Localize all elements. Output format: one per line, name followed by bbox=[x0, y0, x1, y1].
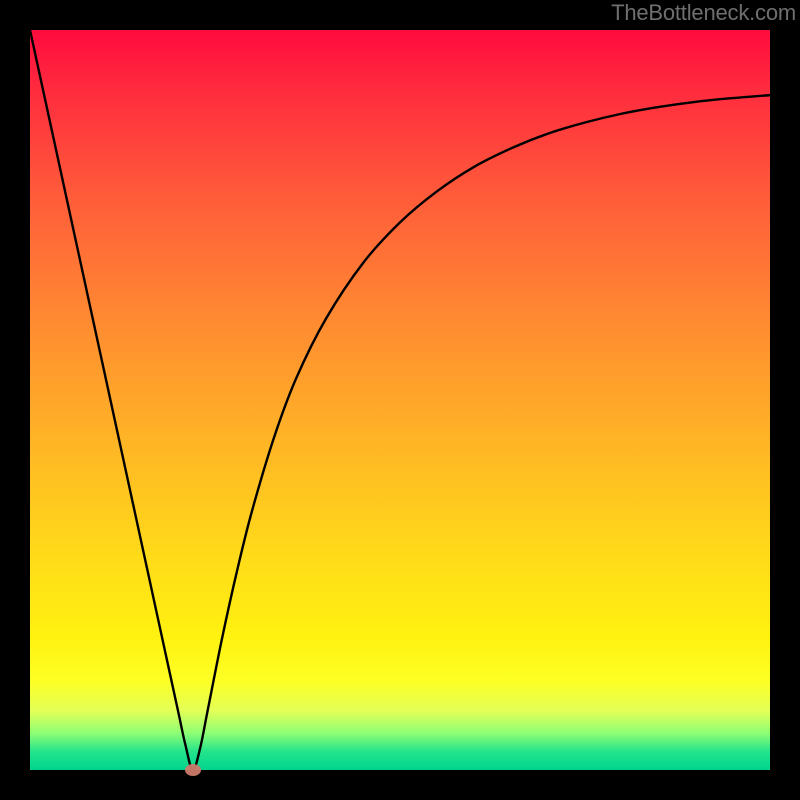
bottleneck-curve bbox=[30, 30, 770, 770]
watermark-text: TheBottleneck.com bbox=[611, 0, 796, 26]
chart-frame: TheBottleneck.com bbox=[0, 0, 800, 800]
minimum-marker bbox=[185, 764, 201, 776]
curve-path bbox=[30, 30, 770, 770]
plot-area bbox=[30, 30, 770, 770]
